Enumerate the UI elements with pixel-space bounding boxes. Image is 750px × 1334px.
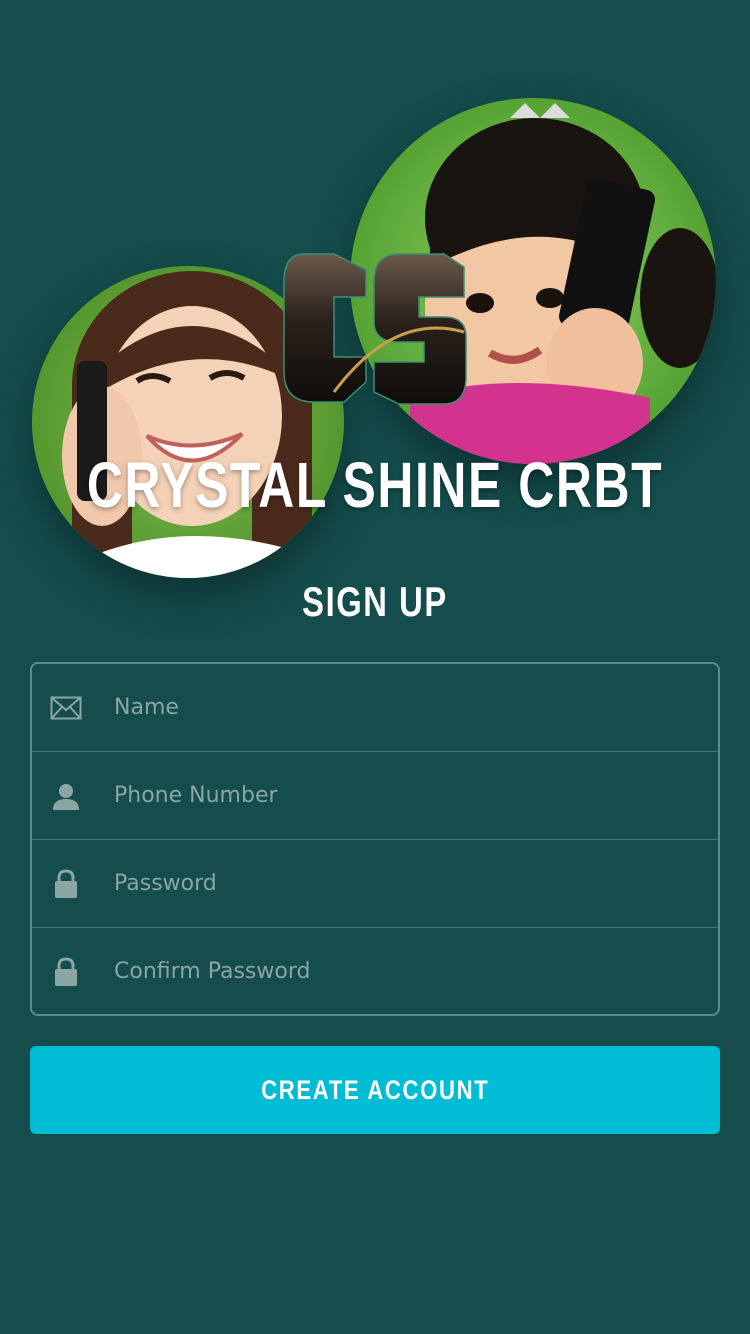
password-input[interactable] xyxy=(114,853,718,914)
page-title: SIGN UP xyxy=(302,578,448,625)
name-input[interactable] xyxy=(114,677,718,738)
name-field-row xyxy=(32,664,718,752)
phone-number-input[interactable] xyxy=(114,765,718,826)
signup-screen: CRYSTAL SHINE CRBT SIGN UP Name Phone Nu… xyxy=(0,0,750,1334)
password-field-row xyxy=(32,840,718,928)
cs-logo xyxy=(274,242,474,412)
person-icon xyxy=(26,782,106,810)
phone-field-row xyxy=(32,752,718,840)
confirm-password-input[interactable] xyxy=(114,941,718,1002)
create-account-label: CREATE ACCOUNT xyxy=(260,1074,490,1105)
signup-form xyxy=(30,662,720,1016)
envelope-icon xyxy=(26,696,106,720)
create-account-button[interactable]: CREATE ACCOUNT xyxy=(30,1046,720,1134)
lock-icon xyxy=(26,956,106,987)
confirm-password-field-row xyxy=(32,928,718,1015)
lock-icon xyxy=(26,868,106,899)
brand-title: CRYSTAL SHINE CRBT xyxy=(86,449,664,521)
